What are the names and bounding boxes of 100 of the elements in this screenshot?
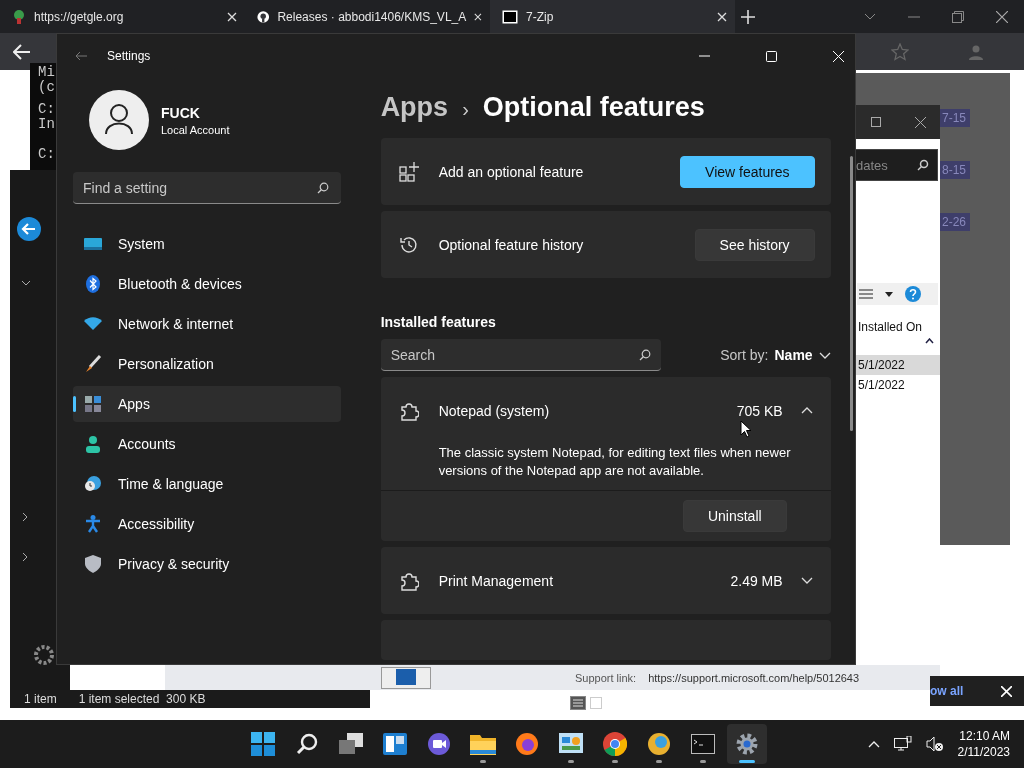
network-icon[interactable] — [893, 736, 912, 752]
archive-icon — [502, 9, 518, 24]
mouse-cursor-icon — [739, 420, 752, 438]
nav-item[interactable]: Accounts — [73, 426, 341, 462]
feature-header[interactable]: Print Management 2.49 MB — [380, 547, 831, 614]
tiles-view-icon[interactable] — [588, 696, 604, 710]
feature-size: 705 KB — [736, 402, 783, 419]
person-icon — [84, 435, 102, 453]
list-view-icon[interactable] — [859, 289, 873, 299]
search-field[interactable]: dates — [855, 149, 938, 181]
muted-speaker-icon[interactable] — [925, 736, 944, 752]
chevron-up-icon[interactable] — [867, 740, 880, 748]
sort-dropdown[interactable]: Sort by: Name — [720, 347, 831, 363]
globe-clock-icon — [84, 475, 102, 493]
stacked-windows-icon[interactable] — [339, 733, 363, 755]
close-icon[interactable] — [915, 116, 926, 128]
new-tab-icon[interactable] — [741, 9, 755, 24]
bluetooth-icon — [84, 275, 102, 293]
chevron-right-icon[interactable] — [22, 512, 28, 522]
table-cell[interactable]: 5/1/2022 — [855, 375, 940, 395]
nav-item[interactable]: Personalization — [73, 346, 341, 382]
accessibility-icon — [84, 515, 102, 533]
item-count: 1 item — [24, 692, 57, 706]
restore-icon[interactable] — [952, 10, 964, 23]
search-field[interactable]: Find a setting — [73, 172, 341, 204]
settings-icon[interactable] — [735, 732, 759, 756]
uninstall-button[interactable]: Uninstall — [682, 500, 787, 532]
apps-icon — [84, 396, 102, 412]
chevron-down-icon[interactable] — [21, 280, 31, 286]
browser-tab[interactable]: 7-Zip — [490, 0, 735, 33]
search-icon — [638, 348, 651, 361]
nav-item[interactable]: Privacy & security — [73, 546, 341, 582]
console-text: Mi — [38, 65, 56, 80]
nav-item[interactable]: Time & language — [73, 466, 341, 502]
details-view-icon[interactable] — [570, 696, 586, 710]
close-icon[interactable] — [996, 10, 1008, 23]
sort-up-icon — [925, 338, 934, 344]
console-text: (c — [38, 80, 56, 95]
browser-ring-icon[interactable] — [603, 732, 627, 756]
start-icon[interactable] — [251, 732, 275, 756]
feature-name: Print Management — [438, 572, 555, 589]
search-icon — [917, 159, 929, 171]
column-header[interactable]: Installed On — [858, 320, 923, 334]
puzzle-icon — [398, 570, 419, 591]
chevron-right-icon[interactable] — [22, 552, 28, 562]
support-label: Support link: — [575, 671, 637, 684]
feature-name: Notepad (system) — [438, 402, 551, 419]
brush-icon — [84, 355, 102, 373]
history-icon — [398, 234, 419, 255]
control-panel-icon[interactable] — [559, 733, 583, 755]
nav-item[interactable]: Network & internet — [73, 306, 341, 342]
nav-item[interactable]: Apps — [73, 386, 341, 422]
star-icon[interactable] — [891, 43, 909, 61]
video-chat-icon[interactable] — [427, 733, 451, 755]
chevron-down-icon — [818, 351, 831, 359]
section-heading: Installed features — [380, 314, 497, 330]
chevron-up-icon — [800, 407, 813, 414]
console-text: C: — [38, 147, 56, 162]
nav-item[interactable]: Bluetooth & devices — [73, 266, 341, 302]
nav-item[interactable]: Accessibility — [73, 506, 341, 542]
browser-tab[interactable]: https://getgle.org — [0, 0, 245, 33]
feature-size: 2.49 MB — [730, 572, 783, 589]
setting-label: Optional feature history — [438, 236, 585, 253]
search-icon[interactable] — [296, 733, 318, 755]
breadcrumb-link[interactable]: Apps — [380, 92, 449, 123]
breadcrumb-separator: › — [462, 98, 469, 121]
setting-label: Add an optional feature — [438, 163, 585, 180]
dropdown-icon[interactable] — [885, 291, 893, 297]
search-icon — [317, 181, 329, 194]
action-button[interactable]: View features — [680, 155, 815, 188]
help-icon[interactable] — [905, 286, 921, 302]
add-grid-icon — [398, 161, 419, 182]
leaf-icon — [12, 8, 26, 25]
nav-item[interactable]: System — [73, 226, 341, 262]
clock[interactable]: 12:10 AM 2/11/2023 — [957, 728, 1010, 760]
github-icon — [257, 8, 270, 25]
table-cell[interactable]: 5/1/2022 — [855, 355, 940, 375]
orb-icon[interactable] — [647, 732, 671, 756]
window-title: Settings — [107, 49, 151, 63]
widgets-icon[interactable] — [383, 733, 407, 755]
support-link[interactable]: https://support.microsoft.com/help/5012643 — [648, 671, 860, 684]
show-all-link[interactable]: ow all — [930, 684, 964, 698]
selection-info: 1 item selected 300 KB — [78, 692, 206, 706]
action-button[interactable]: See history — [694, 228, 815, 261]
terminal-icon[interactable] — [691, 734, 715, 754]
wifi-icon — [84, 317, 102, 331]
user-name: FUCK — [161, 104, 201, 121]
fox-globe-icon[interactable] — [515, 732, 539, 756]
chevron-down-icon[interactable] — [864, 12, 876, 21]
puzzle-icon — [398, 400, 419, 421]
taskbar-button[interactable] — [727, 724, 767, 764]
search-field[interactable]: Search — [380, 339, 661, 371]
folder-icon[interactable] — [470, 733, 496, 755]
account-type: Local Account — [161, 123, 230, 136]
console-text: In — [38, 117, 56, 132]
browser-tab[interactable]: Releases · abbodi1406/KMS_VL_A — [245, 0, 490, 33]
avatar-icon[interactable] — [89, 90, 149, 150]
page-title: Optional features — [482, 92, 705, 123]
maximize-icon[interactable] — [871, 117, 881, 127]
feature-header[interactable]: Notepad (system) 705 KB — [380, 377, 831, 444]
